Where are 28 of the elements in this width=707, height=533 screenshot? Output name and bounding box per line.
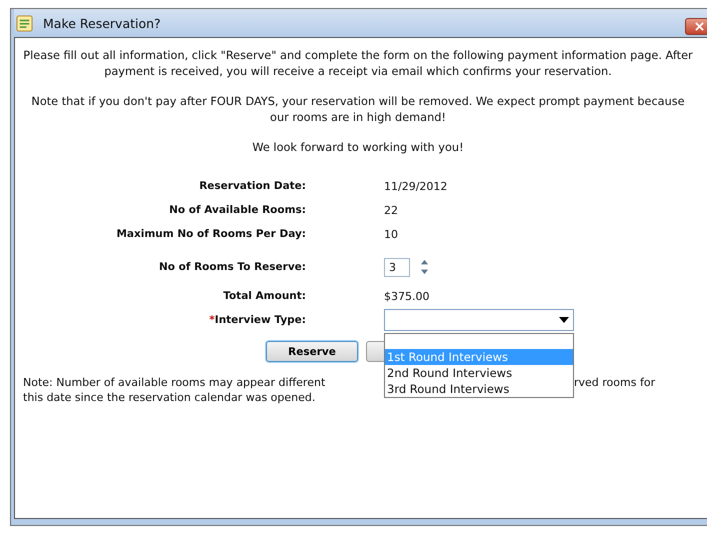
caret-icon [559, 317, 569, 323]
note-text: Note: Number of available rooms may appear different [23, 376, 326, 389]
field-value: 10 [384, 228, 398, 240]
field-label: No of Available Rooms: [169, 204, 306, 216]
field-label: Reservation Date: [199, 180, 306, 192]
field-label: Total Amount: [223, 290, 306, 302]
spinner-arrows-icon[interactable] [420, 259, 429, 275]
close-icon [694, 22, 704, 30]
field-value: 22 [384, 204, 398, 216]
rooms-input[interactable]: 3 [384, 258, 410, 276]
intro-paragraph: Note that if you don't pay after FOUR DAYS, your reservation will be removed. We expect prompt payment because our rooms are in high demand! [30, 94, 686, 126]
interview-type-dropdown[interactable] [384, 309, 574, 331]
note-text: rved rooms for [574, 375, 656, 390]
field-value: 11/29/2012 [384, 180, 448, 192]
notepad-icon [16, 14, 33, 32]
dropdown-option[interactable]: 2nd Round Interviews [385, 365, 573, 381]
reserve-button[interactable]: Reserve [266, 341, 358, 362]
intro-paragraph: We look forward to working with you! [251, 140, 465, 156]
required-mark: * [209, 314, 215, 326]
dropdown-option[interactable]: 3rd Round Interviews [385, 381, 573, 397]
field-value: $375.00 [384, 290, 430, 302]
intro-paragraph: Please fill out all information, click "Reserve" and complete the form on the following payment information page. After payment is received, you will receive a receipt via email which confirms your reservation. [23, 48, 693, 80]
window-title: Make Reservation? [43, 16, 161, 30]
field-label: Interview Type: [214, 314, 306, 326]
note-text: this date since the reservation calendar was opened. [23, 390, 316, 405]
field-label: No of Rooms To Reserve: [158, 261, 306, 273]
field-label: Maximum No of Rooms Per Day: [116, 228, 306, 240]
close-button[interactable] [685, 18, 707, 34]
